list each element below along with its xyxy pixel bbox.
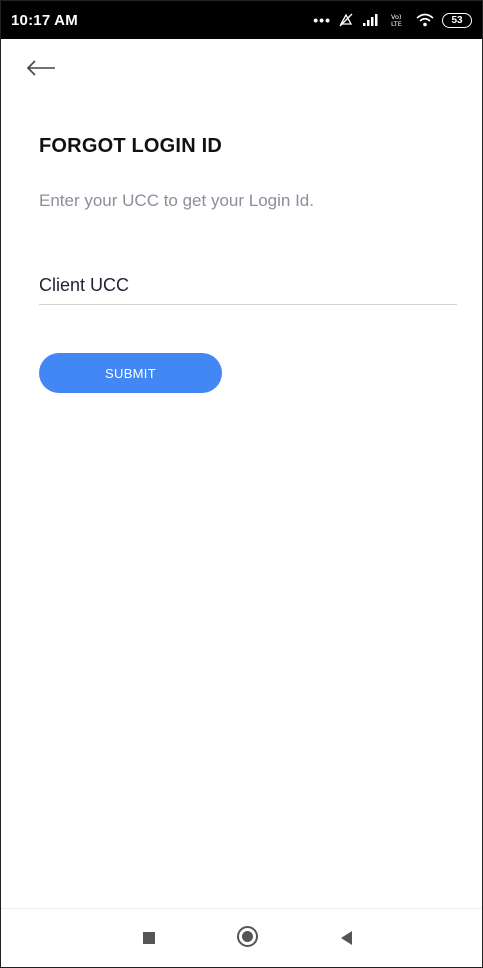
submit-button[interactable]: SUBMIT: [39, 353, 222, 393]
status-icons: ••• Vo) LTE 53: [313, 12, 472, 28]
alarm-off-icon: [339, 13, 353, 27]
input-underline: [39, 304, 457, 305]
volte-icon: Vo) LTE: [391, 13, 402, 28]
arrow-left-icon: [26, 60, 55, 76]
notification-dots-icon: •••: [313, 12, 331, 28]
client-ucc-input[interactable]: [39, 269, 457, 304]
svg-text:LTE: LTE: [391, 20, 402, 28]
signal-icon: [363, 14, 378, 26]
back-button[interactable]: [23, 53, 59, 83]
status-bar: 10:17 AM ••• Vo) LTE 53: [1, 1, 482, 39]
wifi-icon: [416, 13, 434, 27]
home-icon[interactable]: [237, 926, 258, 947]
back-icon[interactable]: [341, 931, 352, 945]
status-time: 10:17 AM: [11, 11, 78, 29]
ucc-field: [39, 269, 457, 305]
battery-icon: 53: [442, 12, 472, 28]
app-screen: 10:17 AM ••• Vo) LTE 53 FORGOT LOGIN ID …: [0, 0, 483, 968]
recent-apps-icon[interactable]: [143, 932, 155, 944]
navigation-bar: [1, 908, 482, 967]
page-title: FORGOT LOGIN ID: [39, 135, 222, 157]
page-subtitle: Enter your UCC to get your Login Id.: [39, 191, 314, 210]
